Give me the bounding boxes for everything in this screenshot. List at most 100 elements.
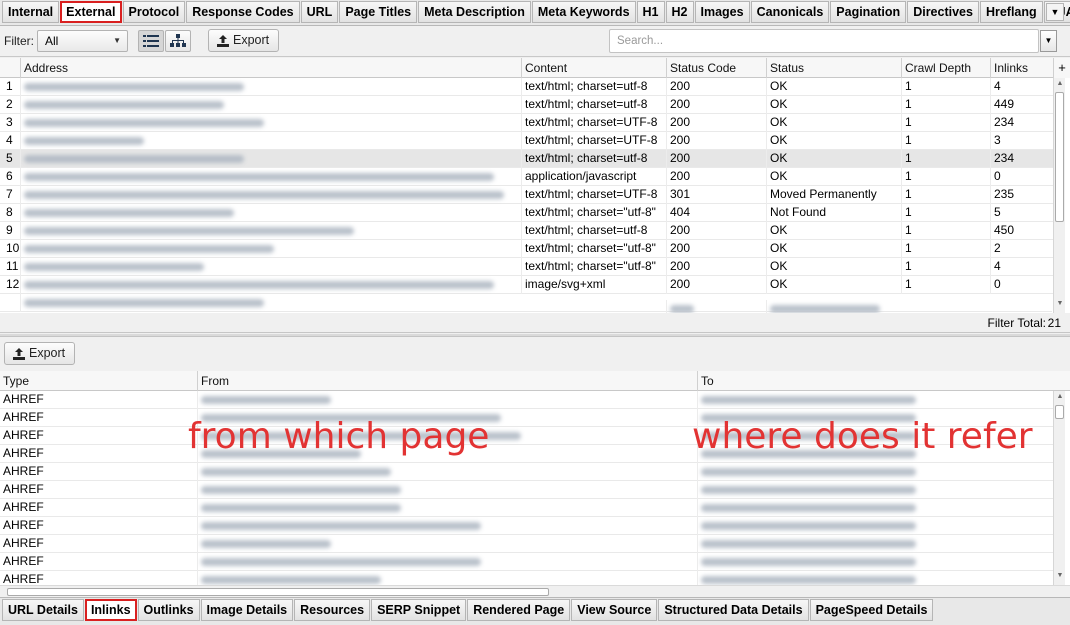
inlinks-table: Type From To AHREF AHREF AHREF AHREF AHREF AH…: [0, 371, 1070, 585]
tab-outlinks[interactable]: Outlinks: [137, 599, 200, 621]
table-row[interactable]: 4 text/html; charset=UTF-8 200 OK 1 3: [0, 132, 1053, 150]
table-row[interactable]: AHREF: [0, 571, 1053, 585]
table-row[interactable]: AHREF: [0, 517, 1053, 535]
inlinks-table-scrollbar[interactable]: ▲ ▼: [1053, 391, 1065, 585]
status-code-cell: 200: [666, 114, 766, 132]
to-cell: [697, 481, 1053, 499]
table-row[interactable]: 1 text/html; charset=utf-8 200 OK 1 4: [0, 78, 1053, 96]
column-header-from[interactable]: From: [197, 371, 697, 391]
scrollbar-thumb[interactable]: [1055, 92, 1064, 222]
from-cell: [197, 391, 697, 409]
scroll-up-icon[interactable]: ▲: [1055, 80, 1065, 87]
table-row[interactable]: AHREF: [0, 481, 1053, 499]
tab-pagespeed-details[interactable]: PageSpeed Details: [809, 599, 934, 621]
tab-inlinks[interactable]: Inlinks: [84, 599, 137, 621]
pane-splitter[interactable]: [0, 334, 1070, 337]
export-button[interactable]: Export: [208, 29, 280, 52]
search-options-chevron-icon[interactable]: ▼: [1040, 30, 1057, 52]
column-header-type[interactable]: Type: [0, 371, 197, 391]
status-code-cell: 200: [666, 96, 766, 114]
table-row[interactable]: 6 application/javascript 200 OK 1 0: [0, 168, 1053, 186]
export-icon: [217, 34, 229, 47]
tab-page-titles[interactable]: Page Titles: [339, 1, 418, 23]
table-row[interactable]: AHREF: [0, 463, 1053, 481]
main-table-scrollbar[interactable]: ▲ ▼: [1053, 78, 1065, 313]
content-cell: text/html; charset=utf-8: [521, 222, 666, 240]
tree-view-button[interactable]: [165, 30, 191, 52]
tab-meta-keywords[interactable]: Meta Keywords: [531, 1, 636, 23]
table-row[interactable]: 11 text/html; charset="utf-8" 200 OK 1 4: [0, 258, 1053, 276]
scroll-up-icon[interactable]: ▲: [1055, 393, 1065, 400]
tab-hreflang[interactable]: Hreflang: [979, 1, 1043, 23]
status-cell: OK: [766, 150, 901, 168]
filter-total-value: 21: [1047, 316, 1061, 330]
table-row[interactable]: 10 text/html; charset="utf-8" 200 OK 1 2: [0, 240, 1053, 258]
to-cell: [697, 499, 1053, 517]
filter-total-bar: Filter Total: 21: [0, 313, 1070, 333]
tab-internal[interactable]: Internal: [2, 1, 60, 23]
column-header-to[interactable]: To: [697, 371, 1070, 391]
content-cell: application/javascript: [521, 168, 666, 186]
table-row[interactable]: 8 text/html; charset="utf-8" 404 Not Found 1…: [0, 204, 1053, 222]
tab-rendered-page[interactable]: Rendered Page: [467, 599, 571, 621]
tab-canonicals[interactable]: Canonicals: [750, 1, 830, 23]
scrollbar-thumb[interactable]: [7, 588, 549, 596]
from-cell: [197, 571, 697, 585]
table-row[interactable]: [0, 294, 1052, 313]
inlinks-cell: 449: [990, 96, 1053, 114]
status-code-cell: [666, 300, 766, 313]
tab-url-details[interactable]: URL Details: [2, 599, 84, 621]
tab-h2[interactable]: H2: [665, 1, 694, 23]
column-header-crawl-depth[interactable]: Crawl Depth: [901, 58, 990, 78]
to-cell: [697, 517, 1053, 535]
inlinks-horizontal-scrollbar[interactable]: [0, 585, 1070, 597]
column-header-inlinks[interactable]: Inlinks: [990, 58, 1053, 78]
tab-directives[interactable]: Directives: [907, 1, 979, 23]
tab-response-codes[interactable]: Response Codes: [186, 1, 300, 23]
table-row[interactable]: AHREF: [0, 553, 1053, 571]
table-row[interactable]: 12 image/svg+xml 200 OK 1 0: [0, 276, 1053, 294]
table-row[interactable]: AHREF: [0, 409, 1053, 427]
tab-image-details[interactable]: Image Details: [200, 599, 294, 621]
table-row[interactable]: 9 text/html; charset=utf-8 200 OK 1 450: [0, 222, 1053, 240]
scroll-down-icon[interactable]: ▼: [1055, 300, 1065, 307]
type-cell: AHREF: [3, 482, 44, 496]
tab-protocol[interactable]: Protocol: [122, 1, 186, 23]
address-cell: [20, 150, 521, 168]
tab-view-source[interactable]: View Source: [571, 599, 658, 621]
tab-meta-description[interactable]: Meta Description: [418, 1, 531, 23]
column-header-status[interactable]: Status: [766, 58, 901, 78]
lower-export-button[interactable]: Export: [4, 342, 76, 365]
search-input[interactable]: Search...: [609, 29, 1039, 53]
tab-images[interactable]: Images: [694, 1, 750, 23]
column-header-address[interactable]: Address: [20, 58, 521, 78]
tab-pagination[interactable]: Pagination: [830, 1, 907, 23]
scrollbar-thumb[interactable]: [1055, 405, 1064, 419]
column-header-content[interactable]: Content: [521, 58, 666, 78]
tab-h1[interactable]: H1: [636, 1, 665, 23]
table-row[interactable]: 7 text/html; charset=UTF-8 301 Moved Perman…: [0, 186, 1053, 204]
table-row[interactable]: AHREF: [0, 427, 1053, 445]
filter-select[interactable]: All ▼: [37, 30, 128, 52]
tab-serp-snippet[interactable]: SERP Snippet: [371, 599, 467, 621]
table-row[interactable]: 2 text/html; charset=utf-8 200 OK 1 449: [0, 96, 1053, 114]
tab-resources[interactable]: Resources: [294, 599, 371, 621]
table-row[interactable]: AHREF: [0, 499, 1053, 517]
table-row[interactable]: 3 text/html; charset=UTF-8 200 OK 1 234: [0, 114, 1053, 132]
table-row[interactable]: AHREF: [0, 391, 1053, 409]
scroll-down-icon[interactable]: ▼: [1055, 572, 1065, 579]
table-row[interactable]: 5 text/html; charset=utf-8 200 OK 1 234: [0, 150, 1053, 168]
tab-structured-data-details[interactable]: Structured Data Details: [658, 599, 809, 621]
column-header-status-code[interactable]: Status Code: [666, 58, 766, 78]
add-column-button[interactable]: +: [1053, 58, 1070, 78]
from-cell: [197, 553, 697, 571]
more-tabs-chevron-icon[interactable]: ▼: [1046, 3, 1064, 21]
tab-url[interactable]: URL: [300, 1, 339, 23]
table-row[interactable]: AHREF: [0, 535, 1053, 553]
content-cell: text/html; charset=utf-8: [521, 150, 666, 168]
tab-external[interactable]: External: [60, 1, 122, 23]
table-row[interactable]: AHREF: [0, 445, 1053, 463]
address-cell: [20, 114, 521, 132]
list-view-button[interactable]: [138, 30, 164, 52]
export-button-label: Export: [233, 33, 270, 47]
